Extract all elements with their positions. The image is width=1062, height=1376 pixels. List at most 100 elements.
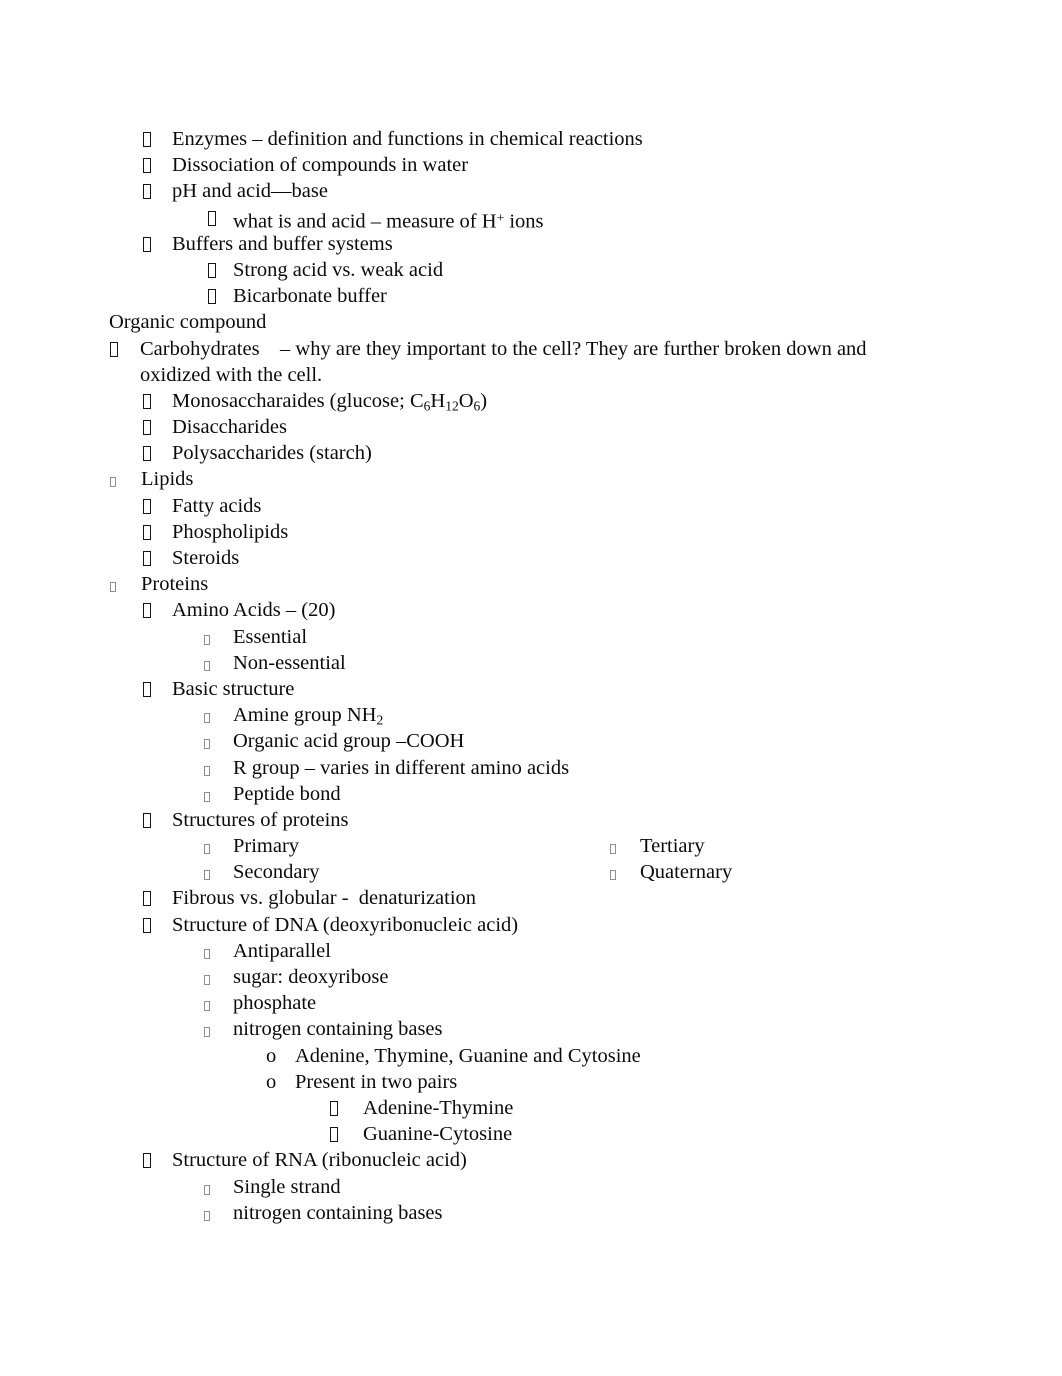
bullet-box-icon: [110, 477, 116, 488]
list-item-label: Structure of RNA (ribonucleic acid): [172, 1149, 467, 1172]
bullet-box-icon: [208, 210, 216, 226]
list-item: Amino Acids – (20): [0, 597, 1062, 623]
bullet-box-icon: [110, 582, 116, 593]
list-item-label: Secondary: [233, 861, 320, 884]
list-item-label-right-column: Quaternary: [640, 861, 733, 884]
bullet-box-icon: [143, 603, 151, 619]
list-item-label: Adenine, Thymine, Guanine and Cytosine: [295, 1044, 641, 1067]
list-item-label-right-column: Tertiary: [640, 835, 705, 858]
list-item: Polysaccharides (starch): [0, 440, 1062, 466]
bullet-box-icon: [204, 975, 210, 985]
list-item: Buffers and buffer systems: [0, 231, 1062, 257]
list-item: Antiparallel: [0, 938, 1062, 964]
bullet-box-icon: [204, 844, 210, 855]
list-item: Monosaccharaides (glucose; C6H12O6): [0, 388, 1062, 414]
list-item: Phospholipids: [0, 519, 1062, 545]
bullet-box-icon: [204, 791, 210, 802]
list-item: Structures of proteins: [0, 807, 1062, 833]
bullet-box-icon: [204, 634, 210, 645]
list-item: Strong acid vs. weak acid: [0, 257, 1062, 283]
bullet-box-icon: [143, 551, 151, 566]
bullet-circle-marker: o: [266, 1070, 277, 1093]
bullet-box-icon: [143, 420, 151, 436]
list-item-label: Fatty acids: [172, 494, 262, 517]
bullet-box-icon: [143, 158, 151, 174]
bullet-box-icon: [204, 739, 210, 750]
list-item-label: phosphate: [233, 992, 317, 1015]
bullet-box-icon: [204, 1001, 210, 1012]
acid-text-post: ions: [504, 210, 544, 233]
list-item: Bicarbonate buffer: [0, 283, 1062, 309]
list-item-label: Fibrous vs. globular - denaturization: [172, 887, 477, 910]
list-item-row: Secondary Quaternary: [0, 859, 1062, 885]
list-item: sugar: deoxyribose: [0, 964, 1062, 990]
list-item-label: Present in two pairs: [295, 1070, 458, 1093]
bullet-circle-marker: o: [266, 1044, 277, 1067]
list-item-label: Phospholipids: [172, 520, 289, 543]
bullet-box-icon: [204, 765, 210, 776]
list-item-label: Peptide bond: [233, 782, 341, 805]
bullet-box-icon: [110, 341, 118, 357]
list-item: Disaccharides: [0, 414, 1062, 440]
bullet-box-icon: [204, 948, 210, 959]
list-item: Organic acid group –COOH: [0, 728, 1062, 754]
bullet-box-icon: [204, 1210, 210, 1221]
list-item: Non-essential: [0, 650, 1062, 676]
list-item: nitrogen containing bases: [0, 1200, 1062, 1226]
list-item: Amine group NH2: [0, 702, 1062, 728]
list-item: Adenine-Thymine: [0, 1095, 1062, 1121]
list-item: Single strand: [0, 1174, 1062, 1200]
list-item: what is and acid – measure of H+ ions: [0, 205, 1062, 233]
list-item: Proteins: [0, 571, 1062, 597]
list-item: Structure of RNA (ribonucleic acid): [0, 1147, 1062, 1173]
list-item-label: Steroids: [172, 547, 240, 569]
list-item-label: Disaccharides: [172, 416, 287, 439]
bullet-box-icon: [143, 917, 151, 933]
bullet-box-icon: [143, 446, 151, 462]
bullet-box-icon: [143, 524, 151, 540]
element-h: H: [430, 389, 446, 412]
bullet-box-icon: [143, 236, 151, 252]
list-item: nitrogen containing bases: [0, 1016, 1062, 1042]
list-item: Steroids: [0, 545, 1062, 571]
list-item: R group – varies in different amino acid…: [0, 755, 1062, 781]
list-item: Lipids: [0, 466, 1062, 492]
list-item-label: Bicarbonate buffer: [233, 285, 387, 308]
list-item-label: Antiparallel: [233, 939, 331, 962]
list-item-label: Buffers and buffer systems: [172, 232, 393, 255]
list-item-label: Essential: [233, 625, 308, 648]
list-item-label: nitrogen containing bases: [233, 1018, 443, 1041]
list-item-label: Proteins: [141, 573, 209, 596]
acid-text-pre: what is and acid – measure of H: [233, 210, 497, 233]
bullet-box-icon: [208, 262, 216, 278]
bullet-box-icon: [204, 1027, 210, 1038]
list-item-label: nitrogen containing bases: [233, 1201, 443, 1224]
list-item-label: Organic acid group –COOH: [233, 730, 465, 753]
bullet-box-icon: [143, 393, 151, 409]
list-item: Essential: [0, 624, 1062, 650]
list-item: o Adenine, Thymine, Guanine and Cytosine: [0, 1043, 1062, 1069]
glucose-text: Monosaccharaides (glucose; C: [172, 389, 424, 412]
list-item-label: Primary: [233, 835, 300, 858]
bullet-box-icon: [143, 812, 151, 828]
bullet-box-icon: [330, 1100, 338, 1116]
list-item: Basic structure: [0, 676, 1062, 702]
list-item: o Present in two pairs: [0, 1069, 1062, 1095]
list-item-row: Primary Tertiary: [0, 833, 1062, 859]
bullet-box-icon: [204, 713, 210, 724]
subscript-12: 12: [445, 398, 459, 414]
bullet-box-icon: [208, 289, 216, 305]
list-item-label: Adenine-Thymine: [363, 1096, 514, 1119]
close-paren: ): [480, 389, 488, 412]
outline-content: Enzymes – definition and functions in ch…: [0, 126, 1062, 1226]
list-item: Dissociation of compounds in water: [0, 152, 1062, 178]
list-item: Carbohydrates – why are they important t…: [0, 336, 1062, 362]
element-o: O: [458, 389, 474, 412]
list-item: Structure of DNA (deoxyribonucleic acid): [0, 912, 1062, 938]
bullet-box-icon: [204, 870, 210, 881]
bullet-box-icon: [143, 184, 151, 200]
list-item: Peptide bond: [0, 781, 1062, 807]
bullet-box-icon: [143, 681, 151, 697]
list-item-label: Strong acid vs. weak acid: [233, 258, 444, 281]
bullet-box-icon: [143, 498, 151, 514]
